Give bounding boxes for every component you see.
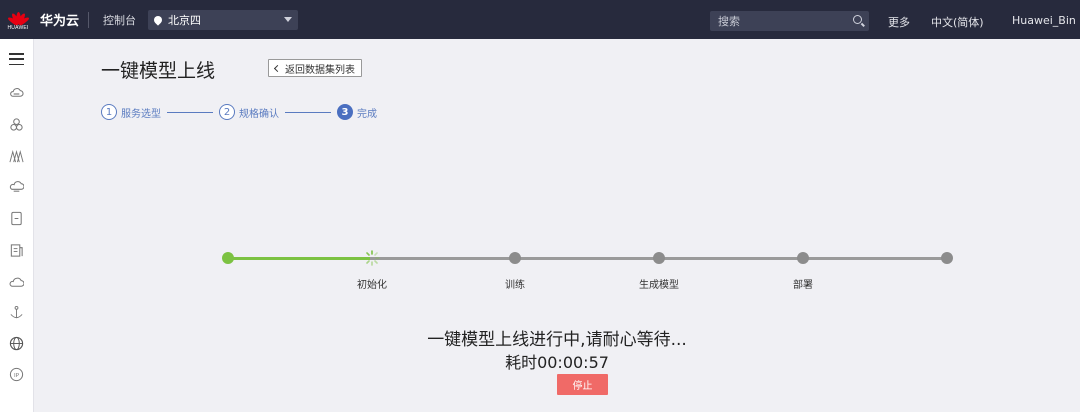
sidebar: IP — [0, 39, 34, 412]
database-icon[interactable] — [9, 179, 24, 194]
cluster-icon[interactable] — [9, 117, 24, 132]
search-icon[interactable] — [853, 15, 862, 24]
step-2-label: 规格确认 — [239, 108, 279, 120]
progress-stage-dot — [653, 252, 665, 264]
back-to-dataset-list-button[interactable]: 返回数据集列表 — [268, 59, 362, 77]
stage-label-init: 初始化 — [357, 280, 387, 291]
svg-text:IP: IP — [14, 373, 20, 379]
stage-label-generate-model: 生成模型 — [639, 280, 679, 291]
huawei-logo[interactable]: HUAWEI — [0, 0, 36, 39]
console-link[interactable]: 控制台 — [103, 12, 136, 28]
progress-end-dot — [941, 252, 953, 264]
stage-label-train: 训练 — [505, 280, 525, 291]
user-menu[interactable]: Huawei_Bin — [1012, 14, 1076, 27]
step-3-number: 3 — [337, 104, 353, 120]
main-content: 一键模型上线 返回数据集列表 1 服务选型 2 规格确认 3 完成 初始化 训练 — [34, 39, 1080, 412]
cloud-icon[interactable] — [9, 85, 24, 100]
file-icon[interactable] — [9, 243, 24, 258]
step-connector — [285, 111, 331, 113]
anchor-icon[interactable] — [9, 305, 24, 320]
progress-stage-dot — [797, 252, 809, 264]
loading-spinner-icon — [364, 250, 380, 266]
page-title: 一键模型上线 — [101, 60, 216, 82]
wizard-steps: 1 服务选型 2 规格确认 3 完成 — [101, 104, 377, 120]
step-3-label: 完成 — [357, 108, 377, 120]
stage-label-deploy: 部署 — [793, 280, 813, 291]
cloud-outline-icon[interactable] — [9, 275, 24, 290]
region-selector[interactable]: 北京四 — [148, 9, 298, 30]
step-2-number: 2 — [219, 104, 235, 120]
location-pin-icon — [152, 13, 164, 26]
search-box[interactable] — [710, 11, 869, 31]
step-1-number: 1 — [101, 104, 117, 120]
step-connector — [167, 111, 213, 113]
top-navigation-bar: HUAWEI 华为云 控制台 北京四 更多 中文(简体) Huawei_Bin — [0, 0, 1080, 39]
more-menu[interactable]: 更多 — [888, 14, 910, 30]
network-icon[interactable] — [9, 149, 24, 164]
divider — [88, 11, 89, 28]
globe-icon[interactable] — [9, 336, 24, 351]
language-selector[interactable]: 中文(简体) — [931, 14, 984, 30]
logo-text: HUAWEI — [7, 25, 29, 31]
step-1-label: 服务选型 — [121, 108, 161, 120]
chevron-left-icon — [273, 64, 282, 72]
ip-icon[interactable]: IP — [9, 367, 24, 382]
progress-track-completed — [228, 257, 370, 260]
search-input[interactable] — [718, 14, 838, 28]
stop-button[interactable]: 停止 — [557, 374, 608, 395]
progress-start-dot — [222, 252, 234, 264]
menu-icon[interactable] — [9, 53, 24, 65]
back-button-label: 返回数据集列表 — [285, 64, 355, 76]
brand-name[interactable]: 华为云 — [40, 10, 88, 29]
progress-stage-dot — [509, 252, 521, 264]
document-icon[interactable] — [9, 211, 24, 226]
elapsed-time: 耗时00:00:57 — [505, 353, 609, 372]
chevron-down-icon — [284, 16, 292, 22]
status-message: 一键模型上线进行中,请耐心等待... — [427, 330, 687, 350]
region-label: 北京四 — [168, 13, 201, 27]
huawei-logo-icon — [6, 8, 30, 27]
